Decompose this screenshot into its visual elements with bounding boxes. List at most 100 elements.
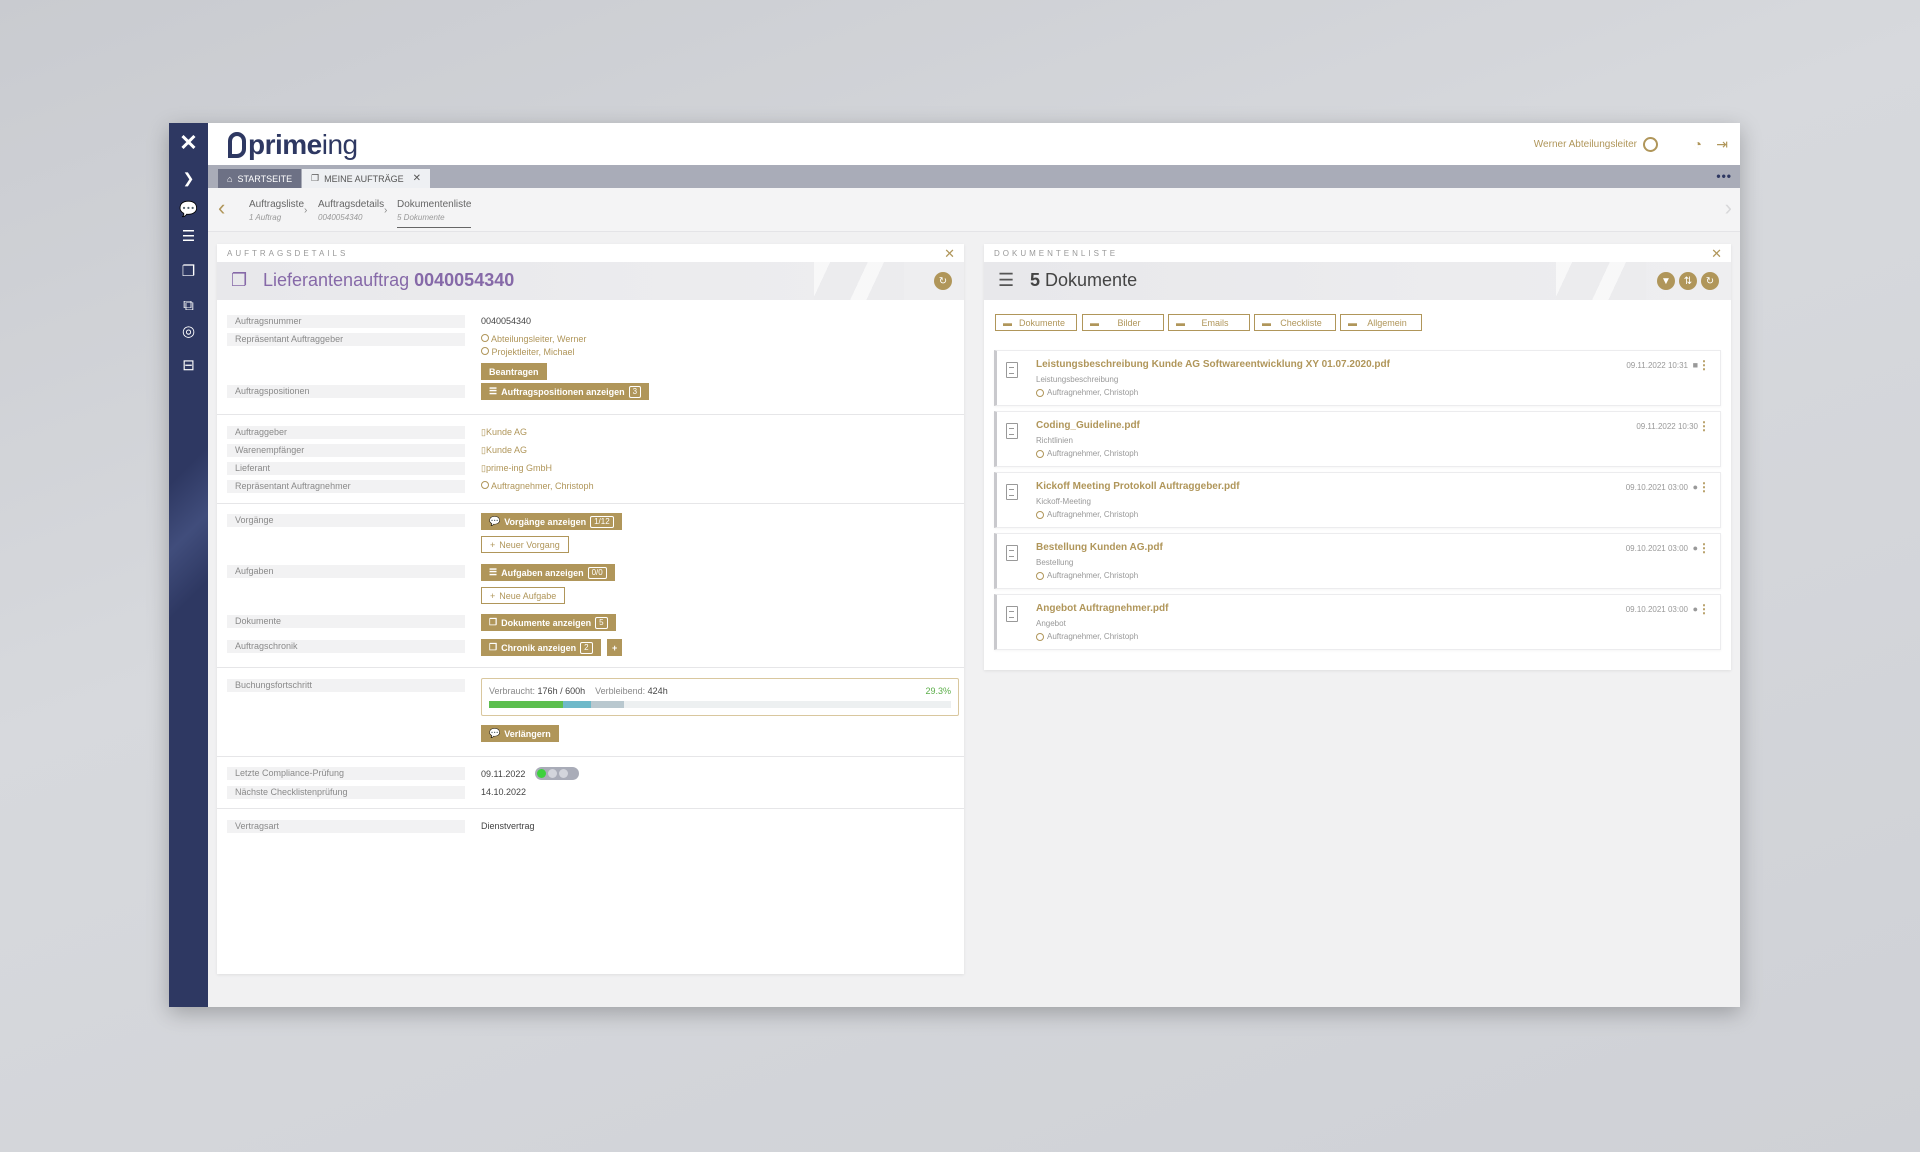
- progress-segment: [489, 701, 563, 708]
- dokumentenliste-panel: DOKUMENTENLISTE ✕ ☰ 5 Dokumente ▼ ⇅ ↻ ▬ D…: [984, 244, 1731, 670]
- kebab-menu-icon[interactable]: ⋮: [1698, 603, 1710, 615]
- document-category: Leistungsbeschreibung: [1036, 375, 1119, 384]
- auftragspositionen-button[interactable]: ☰ Auftragspositionen anzeigen 3: [481, 383, 650, 400]
- add-chronik-button[interactable]: +: [607, 639, 623, 656]
- document-name[interactable]: Coding_Guideline.pdf: [1036, 420, 1140, 431]
- chat-icon[interactable]: 💬: [169, 196, 208, 222]
- logout-icon[interactable]: ⇥: [1716, 136, 1728, 153]
- close-icon[interactable]: ✕: [413, 173, 421, 184]
- chronik-button[interactable]: ❐ Chronik anzeigen 2: [481, 639, 601, 656]
- title-label: Dokumente: [1045, 270, 1138, 290]
- vorgaenge-button[interactable]: 💬 Vorgänge anzeigen 1/12: [481, 513, 622, 530]
- field-label: Repräsentant Auftragnehmer: [227, 480, 465, 493]
- aufgaben-button[interactable]: ☰ Aufgaben anzeigen 0/0: [481, 564, 615, 581]
- user-name: Werner Abteilungsleiter: [1533, 139, 1637, 150]
- chevron-right-icon: ›: [384, 205, 388, 216]
- button-label: Dokumente anzeigen: [501, 617, 592, 628]
- user-menu[interactable]: Werner Abteilungsleiter: [1534, 137, 1658, 152]
- toggle-dot: [548, 769, 557, 778]
- globe-icon[interactable]: ◎: [169, 318, 208, 344]
- filter-icon[interactable]: ▼: [1657, 272, 1675, 290]
- booking-progress: Verbraucht: 176h / 600h Verbleibend: 424…: [481, 678, 959, 716]
- file-icon: [1006, 484, 1018, 500]
- tab-meine-auftraege[interactable]: ❐ MEINE AUFTRÄGE ✕: [302, 169, 430, 188]
- verlaengern-button[interactable]: 💬 Verlängern: [481, 725, 559, 742]
- documents-icon[interactable]: ❐: [169, 258, 208, 284]
- app-logo-icon[interactable]: ✕: [169, 127, 208, 159]
- kebab-menu-icon[interactable]: ⋮: [1698, 481, 1710, 493]
- neuer-vorgang-button[interactable]: + Neuer Vorgang: [481, 536, 569, 553]
- user-link-michael[interactable]: Projektleiter, Michael: [481, 346, 575, 359]
- user-link-christoph[interactable]: Auftragnehmer, Christoph: [481, 480, 594, 493]
- user-name: Auftragnehmer, Christoph: [1047, 449, 1139, 458]
- back-chevron-icon[interactable]: ‹: [218, 195, 225, 221]
- document-date: 09.10.2021 03:00: [1625, 605, 1688, 614]
- home-icon: ⌂: [227, 173, 233, 184]
- list-item[interactable]: Bestellung Kunden AG.pdf Bestellung Auft…: [994, 533, 1721, 589]
- toggle-dot: [559, 769, 568, 778]
- page-title: 5 Dokumente: [1030, 270, 1137, 291]
- file-icon: [1006, 423, 1018, 439]
- document-name[interactable]: Bestellung Kunden AG.pdf: [1036, 542, 1163, 553]
- document-user: Auftragnehmer, Christoph: [1036, 510, 1138, 519]
- kebab-menu-icon[interactable]: ⋮: [1698, 359, 1710, 371]
- document-name[interactable]: Kickoff Meeting Protokoll Auftraggeber.p…: [1036, 481, 1240, 492]
- user-name: Auftragnehmer, Christoph: [1047, 571, 1139, 580]
- clock-settings-icon[interactable]: ◔: [1694, 136, 1702, 152]
- beantragen-button[interactable]: Beantragen: [481, 363, 547, 380]
- header-decoration: [814, 262, 904, 300]
- dokumente-button[interactable]: ❐ Dokumente anzeigen 5: [481, 614, 616, 631]
- filter-dokumente-button[interactable]: ▬ Dokumente: [995, 314, 1077, 331]
- kebab-menu-icon[interactable]: ⋮: [1698, 542, 1710, 554]
- filter-label: Bilder: [1117, 317, 1141, 328]
- progress-bar: [489, 701, 951, 708]
- company-link[interactable]: ▯prime-ing GmbH: [481, 462, 552, 475]
- kebab-menu-icon[interactable]: ⋮: [1698, 420, 1710, 432]
- company-name: prime-ing GmbH: [485, 463, 552, 473]
- filter-checkliste-button[interactable]: ▬ Checkliste: [1254, 314, 1336, 331]
- company-link[interactable]: ▯Kunde AG: [481, 426, 527, 439]
- plus-icon: +: [490, 539, 496, 550]
- forward-chevron-icon[interactable]: ›: [1725, 195, 1732, 221]
- neue-aufgabe-button[interactable]: + Neue Aufgabe: [481, 587, 566, 604]
- breadcrumb-auftragsdetails[interactable]: Auftragsdetails 0040054340: [318, 198, 384, 224]
- document-date: 09.11.2022 10:31: [1626, 361, 1688, 370]
- breadcrumb-auftragsliste[interactable]: Auftragsliste 1 Auftrag: [249, 198, 304, 224]
- breadcrumb-dokumentenliste[interactable]: Dokumentenliste 5 Dokumente: [397, 198, 472, 228]
- used-label: Verbraucht:: [489, 686, 536, 696]
- breadcrumb-sub: 1 Auftrag: [249, 213, 282, 222]
- user-link-werner[interactable]: Abteilungsleiter, Werner: [481, 333, 586, 346]
- document-user: Auftragnehmer, Christoph: [1036, 632, 1138, 641]
- field-label: Buchungsfortschritt: [227, 679, 465, 692]
- breadcrumb: ‹ Auftragsliste 1 Auftrag › Auftragsdeta…: [208, 188, 1740, 232]
- refresh-icon[interactable]: ↻: [1701, 272, 1719, 290]
- tab-startseite[interactable]: ⌂ STARTSEITE: [218, 169, 302, 188]
- refresh-icon[interactable]: ↻: [934, 272, 952, 290]
- document-name[interactable]: Leistungsbeschreibung Kunde AG Softwaree…: [1036, 359, 1390, 370]
- list-item[interactable]: Coding_Guideline.pdf Richtlinien Auftrag…: [994, 411, 1721, 467]
- more-icon[interactable]: •••: [1716, 169, 1732, 183]
- filter-emails-button[interactable]: ▬ Emails: [1168, 314, 1250, 331]
- close-icon[interactable]: ✕: [944, 246, 955, 262]
- copy-icon[interactable]: ⧉: [169, 292, 208, 318]
- list-item[interactable]: Kickoff Meeting Protokoll Auftraggeber.p…: [994, 472, 1721, 528]
- tree-icon[interactable]: ⊟: [169, 352, 208, 378]
- close-icon[interactable]: ✕: [1711, 246, 1722, 262]
- filter-allgemein-button[interactable]: ▬ Allgemein: [1340, 314, 1422, 331]
- sort-icon[interactable]: ⇅: [1679, 272, 1697, 290]
- list-icon[interactable]: ☰: [169, 223, 208, 249]
- breadcrumb-sub: 0040054340: [318, 213, 363, 222]
- compliance-toggle[interactable]: [535, 767, 579, 780]
- button-label: Vorgänge anzeigen: [504, 516, 587, 527]
- company-link[interactable]: ▯Kunde AG: [481, 444, 527, 457]
- field-label: Auftragschronik: [227, 640, 465, 653]
- filter-bilder-button[interactable]: ▬ Bilder: [1082, 314, 1164, 331]
- document-category: Angebot: [1036, 619, 1066, 628]
- expand-chevron-icon[interactable]: ❯: [169, 165, 208, 191]
- user-name: Auftragnehmer, Christoph: [1047, 510, 1139, 519]
- list-item[interactable]: Leistungsbeschreibung Kunde AG Softwaree…: [994, 350, 1721, 406]
- document-name[interactable]: Angebot Auftragnehmer.pdf: [1036, 603, 1168, 614]
- list-item[interactable]: Angebot Auftragnehmer.pdf Angebot Auftra…: [994, 594, 1721, 650]
- field-value: 0040054340: [481, 316, 532, 326]
- field-label: Dokumente: [227, 615, 465, 628]
